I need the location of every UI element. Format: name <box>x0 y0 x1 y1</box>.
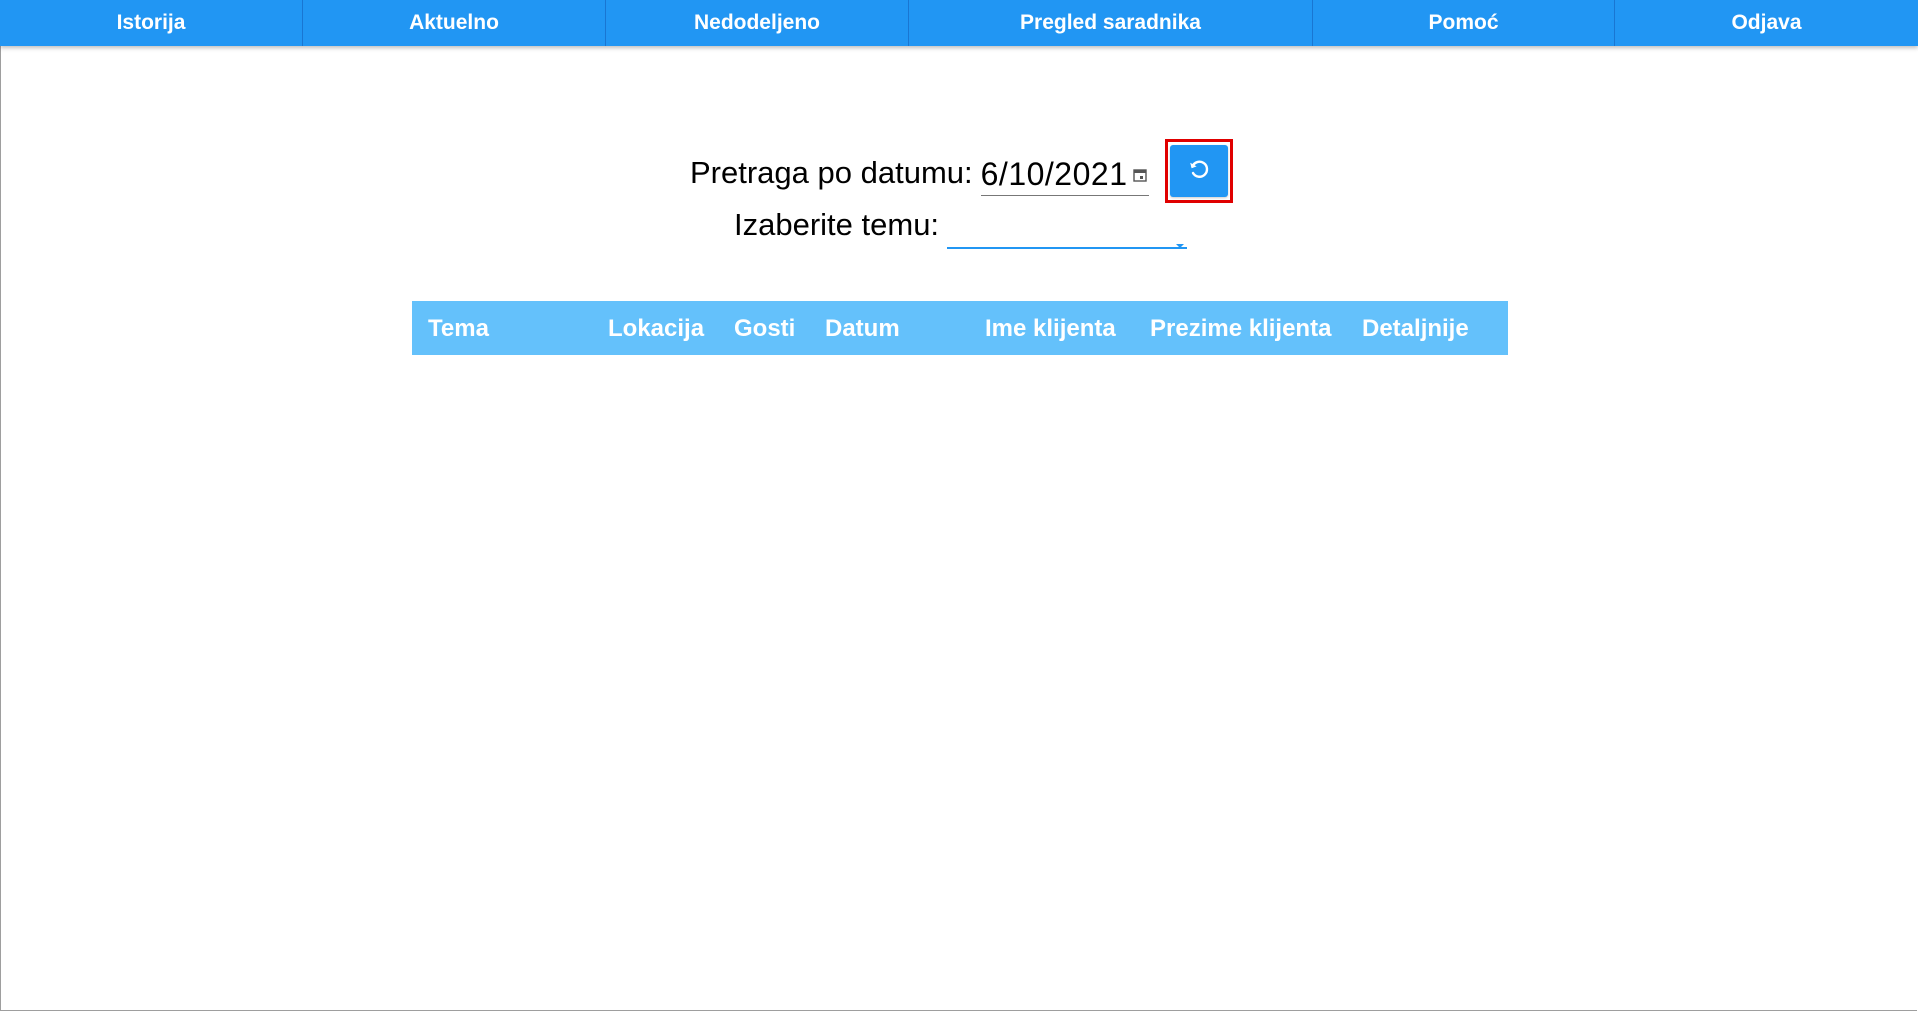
column-header-gosti[interactable]: Gosti <box>734 301 795 355</box>
column-header-ime-klijenta[interactable]: Ime klijenta <box>985 301 1116 355</box>
nav-pomoc[interactable]: Pomoć <box>1313 0 1615 46</box>
column-header-datum[interactable]: Datum <box>825 301 900 355</box>
date-value: 6/10/2021 <box>980 156 1128 192</box>
date-filter-label: Pretraga po datumu: <box>690 155 973 190</box>
top-navigation: Istorija Aktuelno Nedodeljeno Pregled sa… <box>0 0 1918 46</box>
nav-istorija[interactable]: Istorija <box>0 0 303 46</box>
topic-select[interactable] <box>947 201 1188 249</box>
nav-aktuelno[interactable]: Aktuelno <box>303 0 606 46</box>
refresh-icon <box>1187 157 1211 186</box>
topic-filter-row: Izaberite temu: <box>734 200 1188 250</box>
dropdown-arrow-icon <box>1175 221 1185 257</box>
topic-filter-label: Izaberite temu: <box>734 207 940 242</box>
column-header-lokacija[interactable]: Lokacija <box>608 301 704 355</box>
column-header-detaljnije[interactable]: Detaljnije <box>1362 301 1469 355</box>
column-header-prezime-klijenta[interactable]: Prezime klijenta <box>1150 301 1331 355</box>
nav-pregled-saradnika[interactable]: Pregled saradnika <box>909 0 1313 46</box>
date-input[interactable]: 6/10/2021 <box>980 150 1149 196</box>
nav-nedodeljeno[interactable]: Nedodeljeno <box>606 0 909 46</box>
refresh-button[interactable] <box>1170 145 1228 197</box>
refresh-button-highlight <box>1165 139 1233 203</box>
table-header: Tema Lokacija Gosti Datum Ime klijenta P… <box>412 301 1508 355</box>
nav-odjava[interactable]: Odjava <box>1615 0 1918 46</box>
column-header-tema[interactable]: Tema <box>428 301 489 355</box>
date-filter-row: Pretraga po datumu: 6/10/2021 <box>690 146 1149 200</box>
calendar-icon[interactable] <box>1132 168 1147 182</box>
